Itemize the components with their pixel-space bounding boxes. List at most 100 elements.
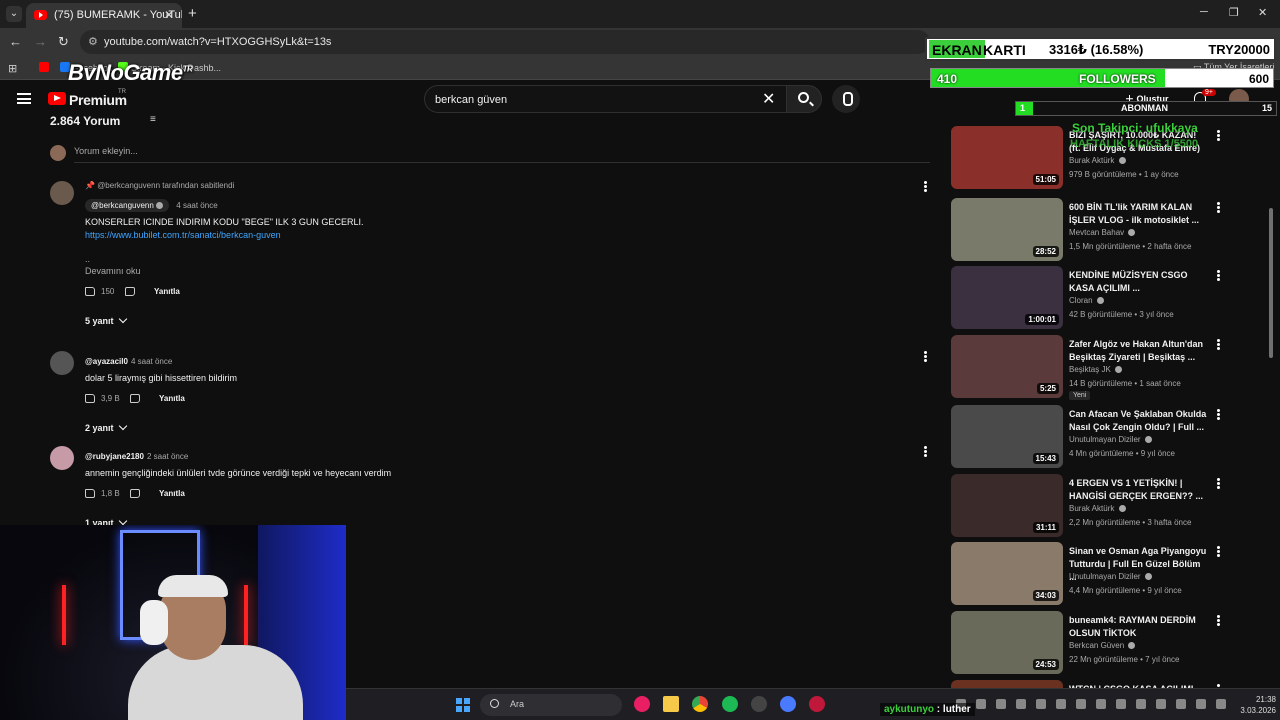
app-icon[interactable] <box>780 696 796 712</box>
video-thumbnail[interactable]: 5:25 <box>951 335 1063 398</box>
voice-search-button[interactable] <box>832 85 860 113</box>
taskbar-search[interactable]: Ara <box>480 694 622 716</box>
menu-icon[interactable] <box>17 93 31 104</box>
video-channel[interactable]: Berkcan Güven <box>1069 641 1136 650</box>
tray-icon[interactable] <box>1176 699 1186 709</box>
youtube-logo-icon[interactable] <box>48 92 66 105</box>
media-app-icon[interactable] <box>634 696 650 712</box>
like-icon[interactable] <box>85 394 95 403</box>
obs-icon[interactable] <box>751 696 767 712</box>
replies-toggle[interactable]: 2 yanıt <box>85 421 915 433</box>
related-video-item[interactable]: 5:25 Zafer Algöz ve Hakan Altun'dan Beşik… <box>951 335 1241 400</box>
video-title[interactable]: 4 ERGEN VS 1 YETİŞKİN! | HANGİSİ GERÇEK … <box>1069 477 1209 503</box>
tray-icon[interactable] <box>976 699 986 709</box>
tab-list-button[interactable]: ⌄ <box>6 6 22 22</box>
video-thumbnail[interactable]: 31:11 <box>951 474 1063 537</box>
taskbar-clock[interactable]: 21:38 3.03.2026 <box>1240 694 1276 716</box>
clear-search-icon[interactable]: ✕ <box>762 89 775 109</box>
add-comment-input[interactable]: Yorum ekleyin... <box>74 146 138 156</box>
reply-button[interactable]: Yanıtla <box>154 287 180 296</box>
related-video-item[interactable]: 28:52 600 BİN TL'lik YARIM KALAN İŞLER VL… <box>951 198 1241 262</box>
reply-button[interactable]: Yanıtla <box>159 489 185 498</box>
video-thumbnail[interactable]: 51:05 <box>951 126 1063 189</box>
dislike-icon[interactable] <box>130 394 140 403</box>
comment-time[interactable]: 4 saat önce <box>131 357 172 366</box>
tray-icon[interactable] <box>1196 699 1206 709</box>
reload-button[interactable]: ↻ <box>58 34 69 50</box>
video-channel[interactable]: Unutulmayan Diziler <box>1069 435 1152 444</box>
spotify-icon[interactable] <box>722 696 738 712</box>
video-title[interactable]: buneamk4: RAYMAN DERDİM OLSUN TİKTOK <box>1069 614 1209 640</box>
tray-icon[interactable] <box>1016 699 1026 709</box>
video-channel[interactable]: Beşiktaş JK <box>1069 365 1123 374</box>
video-channel[interactable]: Cloran <box>1069 296 1104 305</box>
comment-menu-icon[interactable] <box>924 181 927 192</box>
related-video-item[interactable]: 31:11 4 ERGEN VS 1 YETİŞKİN! | HANGİSİ GE… <box>951 474 1241 538</box>
close-window-button[interactable]: ✕ <box>1258 6 1267 19</box>
related-video-item[interactable]: 34:03 Sinan ve Osman Aga Piyangoyu Tuttur… <box>951 542 1241 606</box>
related-video-item[interactable]: 1:00:01 KENDİNE MÜZİSYEN CSGO KASA AÇILIM… <box>951 266 1241 330</box>
file-explorer-icon[interactable] <box>663 696 679 712</box>
site-info-icon[interactable]: ⚙ <box>88 35 98 48</box>
video-channel[interactable]: Burak Aktürk <box>1069 504 1126 513</box>
bookmark-youtube[interactable] <box>39 62 52 73</box>
video-thumbnail[interactable]: 28:52 <box>951 198 1063 261</box>
tray-icon[interactable] <box>1036 699 1046 709</box>
video-thumbnail[interactable]: 1:00:01 <box>951 266 1063 329</box>
back-button[interactable]: ← <box>9 34 22 49</box>
video-channel[interactable]: Unutulmayan Diziler <box>1069 572 1152 581</box>
tray-icon[interactable] <box>1216 699 1226 709</box>
video-channel[interactable]: Mevtcan Bahav <box>1069 228 1136 237</box>
avatar[interactable] <box>50 351 74 375</box>
comment-link[interactable]: https://www.bubilet.com.tr/sanatci/berkc… <box>85 230 915 240</box>
related-video-item[interactable]: 15:43 Can Afacan Ve Şaklaban Okulda Nasıl… <box>951 405 1241 469</box>
search-button[interactable] <box>786 85 822 113</box>
video-menu-icon[interactable] <box>1217 202 1220 213</box>
read-more-button[interactable]: Devamını oku <box>85 266 915 276</box>
video-thumbnail[interactable]: 24:53 <box>951 611 1063 674</box>
comment-menu-icon[interactable] <box>924 351 927 362</box>
related-video-item[interactable]: 24:53 buneamk4: RAYMAN DERDİM OLSUN TİKTO… <box>951 611 1241 675</box>
tray-icon[interactable] <box>1076 699 1086 709</box>
video-title[interactable]: 600 BİN TL'lik YARIM KALAN İŞLER VLOG - … <box>1069 201 1209 227</box>
like-icon[interactable] <box>85 287 95 296</box>
avatar[interactable] <box>50 181 74 205</box>
tray-icon[interactable] <box>996 699 1006 709</box>
comment-menu-icon[interactable] <box>924 446 927 457</box>
video-menu-icon[interactable] <box>1217 130 1220 141</box>
video-menu-icon[interactable] <box>1217 270 1220 281</box>
video-menu-icon[interactable] <box>1217 409 1220 420</box>
browser-tab-youtube[interactable]: (75) BUMERAMK - YouTube ✕ <box>26 3 182 28</box>
comment-author[interactable]: @ayazacil0 <box>85 357 128 366</box>
sort-button[interactable]: ≡ <box>150 114 156 125</box>
close-tab-icon[interactable]: ✕ <box>164 8 174 22</box>
video-menu-icon[interactable] <box>1217 478 1220 489</box>
apps-icon[interactable]: ⊞ <box>8 62 17 75</box>
address-bar[interactable]: ⚙ youtube.com/watch?v=HTXOGGHSyLk&t=13s <box>80 30 930 54</box>
video-title[interactable]: Zafer Algöz ve Hakan Altun'dan Beşiktaş … <box>1069 338 1209 364</box>
video-menu-icon[interactable] <box>1217 339 1220 350</box>
video-title[interactable]: KENDİNE MÜZİSYEN CSGO KASA AÇILIMI ... <box>1069 269 1209 295</box>
tray-icon[interactable] <box>1056 699 1066 709</box>
video-title[interactable]: Can Afacan Ve Şaklaban Okulda Nasıl Çok … <box>1069 408 1209 434</box>
replies-toggle[interactable]: 5 yanıt <box>85 314 915 326</box>
comment-author[interactable]: @rubyjane2180 <box>85 452 144 461</box>
related-video-item[interactable]: 51:05 BİZİ ŞAŞIRT, 10.000₺ KAZAN! (ft. El… <box>951 126 1241 190</box>
comment-author[interactable]: @berkcanguvenn <box>85 199 169 212</box>
comment-time[interactable]: 4 saat önce <box>176 201 217 210</box>
chrome-icon[interactable] <box>692 696 708 712</box>
windows-start-icon[interactable] <box>456 698 470 712</box>
dislike-icon[interactable] <box>130 489 140 498</box>
tray-icon[interactable] <box>1156 699 1166 709</box>
dislike-icon[interactable] <box>125 287 135 296</box>
scrollbar-thumb[interactable] <box>1269 208 1273 358</box>
video-channel[interactable]: Burak Aktürk <box>1069 156 1126 165</box>
tray-icon[interactable] <box>1096 699 1106 709</box>
video-thumbnail[interactable]: 15:43 <box>951 405 1063 468</box>
avatar[interactable] <box>50 446 74 470</box>
video-menu-icon[interactable] <box>1217 546 1220 557</box>
reply-button[interactable]: Yanıtla <box>159 394 185 403</box>
minimize-button[interactable]: ─ <box>1200 6 1208 18</box>
tray-icon[interactable] <box>1136 699 1146 709</box>
app-icon[interactable] <box>809 696 825 712</box>
